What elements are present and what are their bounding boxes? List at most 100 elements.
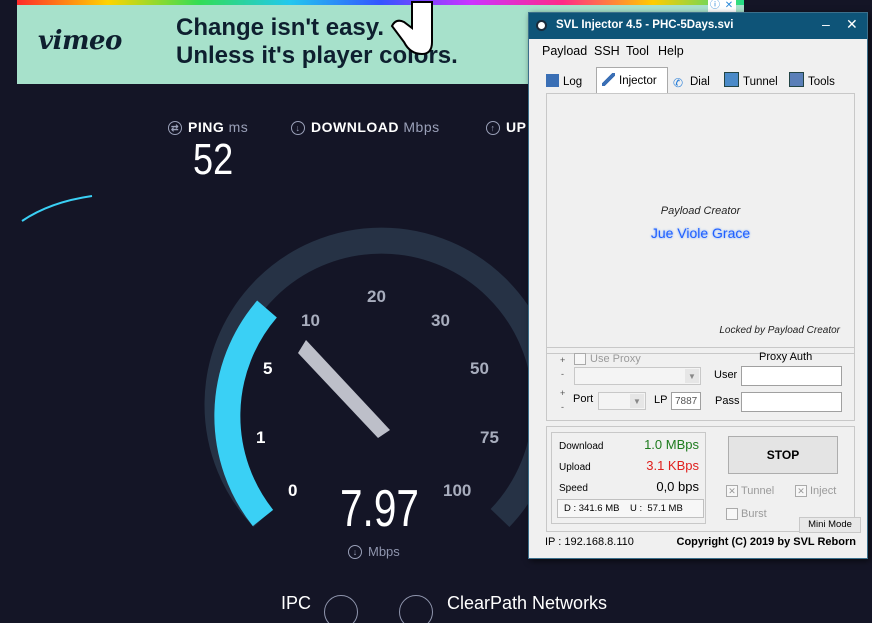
upload-stat-label: Upload — [559, 462, 591, 473]
ad-info-icon[interactable]: ⓘ — [708, 0, 722, 12]
ad-color-strip — [17, 0, 744, 5]
proxy-auth-label: Proxy Auth — [759, 351, 813, 363]
tab-dial-label: Dial — [690, 76, 710, 88]
upload-icon: ↑ — [486, 121, 500, 135]
gauge-tick-0: 0 — [288, 481, 297, 500]
port-minus[interactable]: - — [561, 402, 564, 412]
globe-icon[interactable] — [399, 595, 433, 623]
upload-label-text: UP — [506, 119, 527, 135]
upload-label: ↑ UP — [486, 119, 526, 135]
download-unit: Mbps — [403, 119, 440, 135]
port-label: Port — [573, 393, 594, 405]
menu-tool[interactable]: Tool — [626, 44, 649, 58]
gauge-tick-5: 5 — [263, 359, 272, 378]
upload-stat-value: 3.1 KBps — [646, 458, 699, 473]
tab-injector[interactable]: Injector — [596, 67, 668, 94]
lp-label: LP — [654, 394, 668, 406]
stop-button[interactable]: STOP — [728, 436, 838, 474]
menu-ssh[interactable]: SSH — [594, 44, 620, 58]
download-icon: ↓ — [291, 121, 305, 135]
inject-label: Inject — [810, 485, 837, 497]
vimeo-logo[interactable]: vimeo — [38, 26, 122, 56]
gauge-needle — [298, 340, 390, 438]
gauge-tick-100: 100 — [443, 481, 471, 500]
proxy-minus[interactable]: - — [561, 369, 564, 379]
gauge-tick-75: 75 — [480, 428, 499, 447]
gauge-tick-10: 10 — [301, 311, 320, 330]
server-name[interactable]: ClearPath Networks — [447, 593, 607, 614]
ping-icon: ⇄ — [168, 121, 182, 135]
tools-icon — [789, 72, 804, 87]
download-stat-value: 1.0 MBps — [644, 437, 699, 452]
app-icon — [536, 20, 547, 31]
ad-headline-line1: Change isn't easy. — [176, 14, 384, 41]
pass-label: Pass — [715, 395, 740, 407]
use-proxy-label: Use Proxy — [590, 353, 641, 365]
ping-sparkline — [21, 195, 93, 222]
menu-help[interactable]: Help — [658, 44, 684, 58]
ip-status: IP : 192.168.8.110 — [545, 536, 634, 548]
chevron-down-icon: ▼ — [685, 369, 699, 383]
ad-close-icon[interactable]: ✕ — [722, 0, 736, 12]
user-field[interactable] — [741, 366, 842, 386]
syringe-icon — [602, 73, 615, 86]
tab-tunnel[interactable]: Tunnel — [724, 71, 778, 93]
menu-payload[interactable]: Payload — [542, 44, 587, 58]
port-select[interactable]: ▼ — [598, 392, 646, 410]
payload-creator-label: Payload Creator — [660, 205, 741, 217]
speed-unit-text: Mbps — [368, 544, 400, 559]
locked-text: Locked by Payload Creator — [719, 325, 840, 336]
proxy-plus[interactable]: + — [560, 355, 565, 365]
download-label: ↓ DOWNLOAD Mbps — [291, 119, 440, 135]
pass-field[interactable] — [741, 392, 842, 412]
tab-log[interactable]: Log — [546, 71, 582, 93]
ping-label: ⇄ PING ms — [168, 119, 248, 135]
gauge-tick-30: 30 — [431, 311, 450, 330]
download-small-icon: ↓ — [348, 545, 362, 559]
tab-injector-label: Injector — [619, 75, 657, 87]
injector-window[interactable]: SVL Injector 4.5 - PHC-5Days.svi – ✕ Pay… — [528, 12, 868, 559]
phone-icon: ✆ — [673, 76, 684, 90]
title-bar[interactable]: SVL Injector 4.5 - PHC-5Days.svi – ✕ — [529, 13, 867, 39]
close-icon[interactable]: ✕ — [846, 16, 858, 33]
ad-info-bar[interactable]: ⓘ ✕ — [708, 0, 736, 12]
hand-pointer-icon — [390, 1, 433, 56]
ping-unit: ms — [228, 119, 249, 135]
use-proxy-checkbox[interactable] — [574, 353, 586, 365]
burst-checkbox[interactable] — [726, 508, 738, 520]
speed-stat-label: Speed — [559, 483, 588, 494]
traffic-summary-text: D : 341.6 MB U : 57.1 MB — [564, 503, 683, 514]
mini-mode-button[interactable]: Mini Mode — [799, 517, 861, 533]
gauge-tick-20: 20 — [367, 287, 386, 306]
port-plus[interactable]: + — [560, 388, 565, 398]
tab-bar: Log Injector ✆ Dial Tunnel Tools — [529, 67, 867, 94]
tab-log-label: Log — [563, 76, 583, 88]
tunnel-checkbox[interactable]: ✕ — [726, 485, 738, 497]
lp-value: 7887 — [675, 396, 698, 407]
tab-tools[interactable]: Tools — [789, 71, 835, 93]
tab-tools-label: Tools — [808, 76, 835, 88]
proxy-host-select[interactable]: ▼ — [574, 367, 701, 385]
gauge-track — [204, 227, 559, 527]
speed-stat-value: 0,0 bps — [656, 479, 699, 494]
download-stat-label: Download — [559, 441, 604, 452]
lp-field[interactable]: 7887 — [671, 392, 701, 410]
user-label: User — [714, 369, 738, 381]
copyright: Copyright (C) 2019 by SVL Reborn — [676, 536, 857, 548]
ping-label-text: PING — [188, 119, 225, 135]
chevron-down-icon: ▼ — [630, 394, 644, 408]
speed-unit: ↓ Mbps — [348, 544, 400, 559]
payload-panel: Payload Creator Jue Viole Grace Locked b… — [546, 93, 855, 354]
burst-label: Burst — [741, 508, 767, 520]
isp-name: IPC — [281, 593, 312, 613]
log-icon — [546, 74, 559, 87]
user-icon[interactable] — [324, 595, 358, 623]
payload-creator-name: Jue Viole Grace — [650, 225, 751, 241]
minimize-icon[interactable]: – — [822, 16, 830, 32]
download-label-text: DOWNLOAD — [311, 119, 399, 135]
tab-dial[interactable]: ✆ Dial — [673, 71, 710, 93]
speed-value: 7.97 — [340, 480, 419, 538]
screen: 0 1 5 10 20 30 50 75 100 ⇄ PING ms 52 ↓ DO… — [0, 0, 872, 623]
gauge-fill — [214, 300, 277, 527]
inject-checkbox[interactable]: ✕ — [795, 485, 807, 497]
